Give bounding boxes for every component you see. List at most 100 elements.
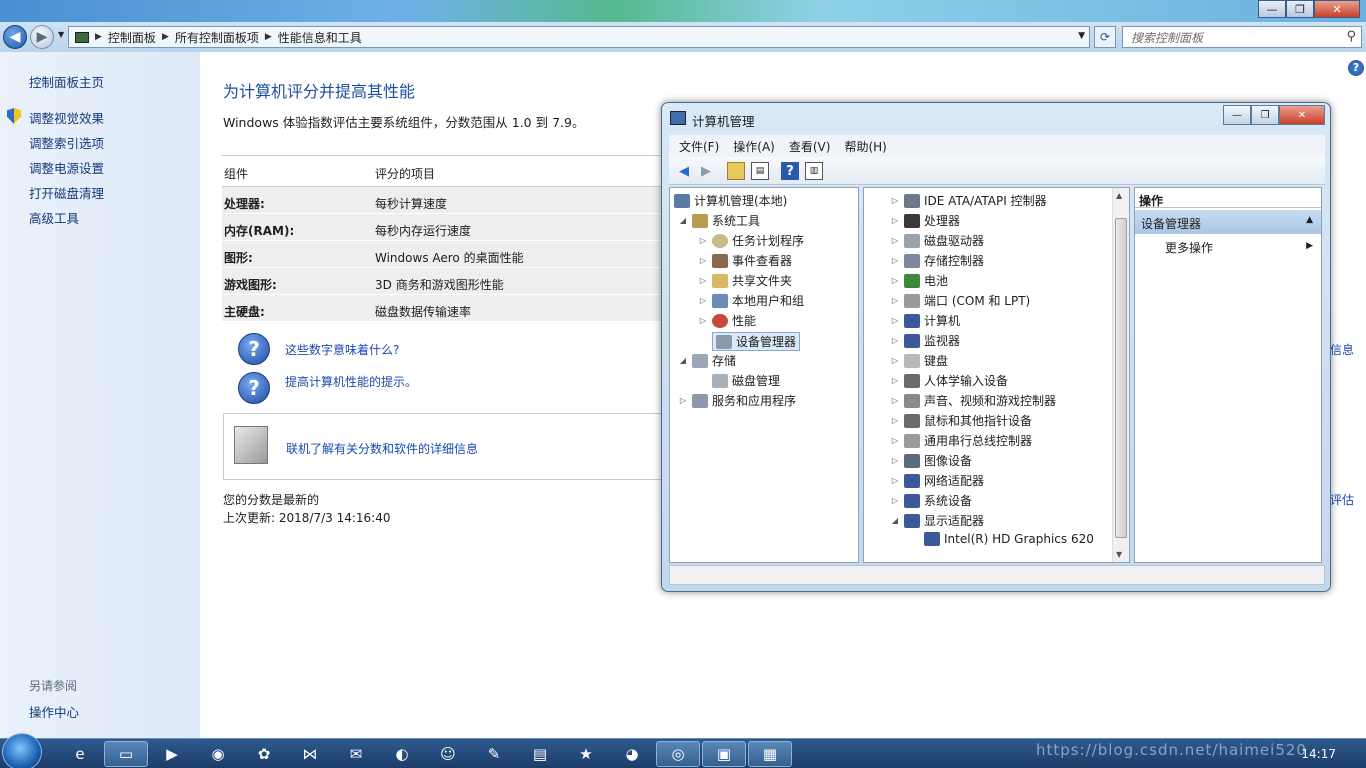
partial-link-info[interactable]: 信息 — [1330, 341, 1354, 358]
tree-system-tools[interactable]: ◢ 系统工具 — [678, 212, 760, 229]
device-category[interactable]: ▷ 电池 — [890, 272, 948, 289]
address-bar[interactable]: ▶ 控制面板 ▶ 所有控制面板项 ▶ 性能信息和工具 ▼ — [68, 26, 1090, 48]
device-category[interactable]: ▷ 计算机 — [890, 312, 960, 329]
device-category[interactable]: ▷ 系统设备 — [890, 492, 972, 509]
minimize-button[interactable]: — — [1223, 105, 1251, 125]
disk-cleanup-link[interactable]: 打开磁盘清理 — [29, 183, 104, 202]
file-explorer-icon[interactable]: ▭ — [104, 741, 148, 767]
expand-triangle-icon[interactable]: ▷ — [890, 376, 900, 385]
show-hide-action-pane-icon[interactable]: ▥ — [805, 162, 823, 180]
up-folder-icon[interactable] — [727, 162, 745, 180]
app-icon[interactable]: ★ — [564, 741, 608, 767]
tree-performance[interactable]: ▷ 性能 — [698, 312, 756, 329]
chrome-icon[interactable]: ◉ — [196, 741, 240, 767]
internet-explorer-icon[interactable]: e — [58, 741, 102, 767]
tree-local-users[interactable]: ▷ 本地用户和组 — [698, 292, 804, 309]
tree-storage[interactable]: ◢ 存储 — [678, 352, 736, 369]
tree-task-scheduler[interactable]: ▷ 任务计划程序 — [698, 232, 804, 249]
expand-triangle-icon[interactable]: ▷ — [890, 296, 900, 305]
expand-triangle-icon[interactable]: ▷ — [698, 276, 708, 285]
tree-event-viewer[interactable]: ▷ 事件查看器 — [698, 252, 792, 269]
tree-services[interactable]: ▷ 服务和应用程序 — [678, 392, 796, 409]
device-category[interactable]: ▷ 监视器 — [890, 332, 960, 349]
address-dropdown-icon[interactable]: ▼ — [1078, 31, 1085, 41]
expand-triangle-icon[interactable]: ▷ — [890, 356, 900, 365]
search-input[interactable]: 搜索控制面板 ⚲ — [1122, 26, 1362, 48]
expand-triangle-icon[interactable]: ▷ — [890, 416, 900, 425]
recent-pages-dropdown[interactable]: ▼ — [58, 30, 64, 39]
app-icon[interactable]: ◕ — [610, 741, 654, 767]
start-button[interactable] — [2, 733, 42, 768]
close-button[interactable]: ✕ — [1279, 105, 1325, 125]
maximize-button[interactable]: ❐ — [1286, 0, 1314, 18]
tree-disk-management[interactable]: 磁盘管理 — [698, 372, 780, 389]
adjust-indexing-link[interactable]: 调整索引选项 — [29, 133, 104, 152]
collapse-triangle-icon[interactable]: ◢ — [678, 356, 688, 365]
expand-triangle-icon[interactable]: ▷ — [698, 256, 708, 265]
visual-studio-icon[interactable]: ⋈ — [288, 741, 332, 767]
adjust-power-link[interactable]: 调整电源设置 — [29, 158, 104, 177]
adjust-visual-effects-link[interactable]: 调整视觉效果 — [29, 108, 104, 127]
partial-link-reassess[interactable]: 评估 — [1330, 491, 1354, 508]
device-category[interactable]: ▷ 鼠标和其他指针设备 — [890, 412, 1032, 429]
more-actions[interactable]: 更多操作 — [1165, 239, 1213, 256]
device-category[interactable]: ▷ 人体学输入设备 — [890, 372, 1008, 389]
expand-triangle-icon[interactable]: ▷ — [698, 316, 708, 325]
app-icon[interactable]: ☺ — [426, 741, 470, 767]
control-panel-icon[interactable]: ▣ — [702, 741, 746, 767]
menu-file[interactable]: 文件(F) — [679, 138, 719, 155]
menu-view[interactable]: 查看(V) — [789, 138, 831, 155]
tree-shared-folders[interactable]: ▷ 共享文件夹 — [698, 272, 792, 289]
collapse-triangle-icon[interactable]: ◢ — [890, 516, 900, 525]
device-category[interactable]: ▷ 端口 (COM 和 LPT) — [890, 292, 1030, 309]
expand-triangle-icon[interactable]: ▷ — [890, 216, 900, 225]
expand-triangle-icon[interactable]: ▷ — [890, 456, 900, 465]
close-button[interactable]: ✕ — [1314, 0, 1360, 18]
minimize-button[interactable]: — — [1258, 0, 1286, 18]
media-player-icon[interactable]: ▶ — [150, 741, 194, 767]
scroll-up-icon[interactable]: ▲ — [1116, 191, 1122, 200]
expand-triangle-icon[interactable]: ▷ — [890, 196, 900, 205]
refresh-button[interactable]: ⟳ — [1094, 26, 1116, 48]
device-category[interactable]: ▷ 存储控制器 — [890, 252, 984, 269]
menu-action[interactable]: 操作(A) — [733, 138, 775, 155]
scroll-down-icon[interactable]: ▼ — [1116, 550, 1122, 559]
expand-triangle-icon[interactable]: ▷ — [890, 256, 900, 265]
notepad-icon[interactable]: ▤ — [518, 741, 562, 767]
collapse-triangle-icon[interactable]: ◢ — [678, 216, 688, 225]
scroll-thumb[interactable] — [1115, 218, 1127, 538]
expand-triangle-icon[interactable]: ▷ — [890, 336, 900, 345]
back-arrow-icon[interactable]: ◀ — [675, 162, 693, 180]
show-hide-tree-icon[interactable]: ▤ — [751, 162, 769, 180]
device-category[interactable]: ▷ 磁盘驱动器 — [890, 232, 984, 249]
device-category[interactable]: ▷ 通用串行总线控制器 — [890, 432, 1032, 449]
device-category[interactable]: ▷ IDE ATA/ATAPI 控制器 — [890, 192, 1047, 209]
expand-triangle-icon[interactable]: ▷ — [890, 236, 900, 245]
app-icon[interactable]: ◎ — [656, 741, 700, 767]
control-panel-home-link[interactable]: 控制面板主页 — [29, 72, 104, 91]
expand-triangle-icon[interactable]: ▷ — [678, 396, 688, 405]
breadcrumb-separator-icon[interactable]: ▶ — [95, 32, 102, 42]
breadcrumb-separator-icon[interactable]: ▶ — [265, 32, 272, 42]
app-icon[interactable]: ✿ — [242, 741, 286, 767]
computer-management-icon[interactable]: ▦ — [748, 741, 792, 767]
forward-arrow-icon[interactable]: ▶ — [697, 162, 715, 180]
advanced-tools-link[interactable]: 高级工具 — [29, 208, 79, 227]
back-button[interactable]: ◀ — [3, 25, 27, 49]
forward-button[interactable]: ▶ — [30, 25, 54, 49]
online-details-link[interactable]: 联机了解有关分数和软件的详细信息 — [286, 440, 478, 457]
expand-triangle-icon[interactable]: ▷ — [890, 496, 900, 505]
expand-triangle-icon[interactable]: ▷ — [890, 436, 900, 445]
breadcrumb-all-items[interactable]: 所有控制面板项 — [175, 29, 259, 46]
app-icon[interactable]: ✎ — [472, 741, 516, 767]
menu-help[interactable]: 帮助(H) — [844, 138, 886, 155]
search-icon[interactable]: ⚲ — [1346, 29, 1356, 44]
breadcrumb-performance[interactable]: 性能信息和工具 — [278, 29, 362, 46]
selected-node[interactable]: 设备管理器 — [712, 332, 801, 351]
expand-triangle-icon[interactable]: ▷ — [890, 276, 900, 285]
breadcrumb-separator-icon[interactable]: ▶ — [162, 32, 169, 42]
help-icon[interactable]: ? — [781, 162, 799, 180]
what-numbers-mean-link[interactable]: 这些数字意味着什么? — [285, 341, 399, 358]
display-adapter-device[interactable]: Intel(R) HD Graphics 620 — [924, 532, 1094, 546]
expand-triangle-icon[interactable]: ▷ — [698, 296, 708, 305]
